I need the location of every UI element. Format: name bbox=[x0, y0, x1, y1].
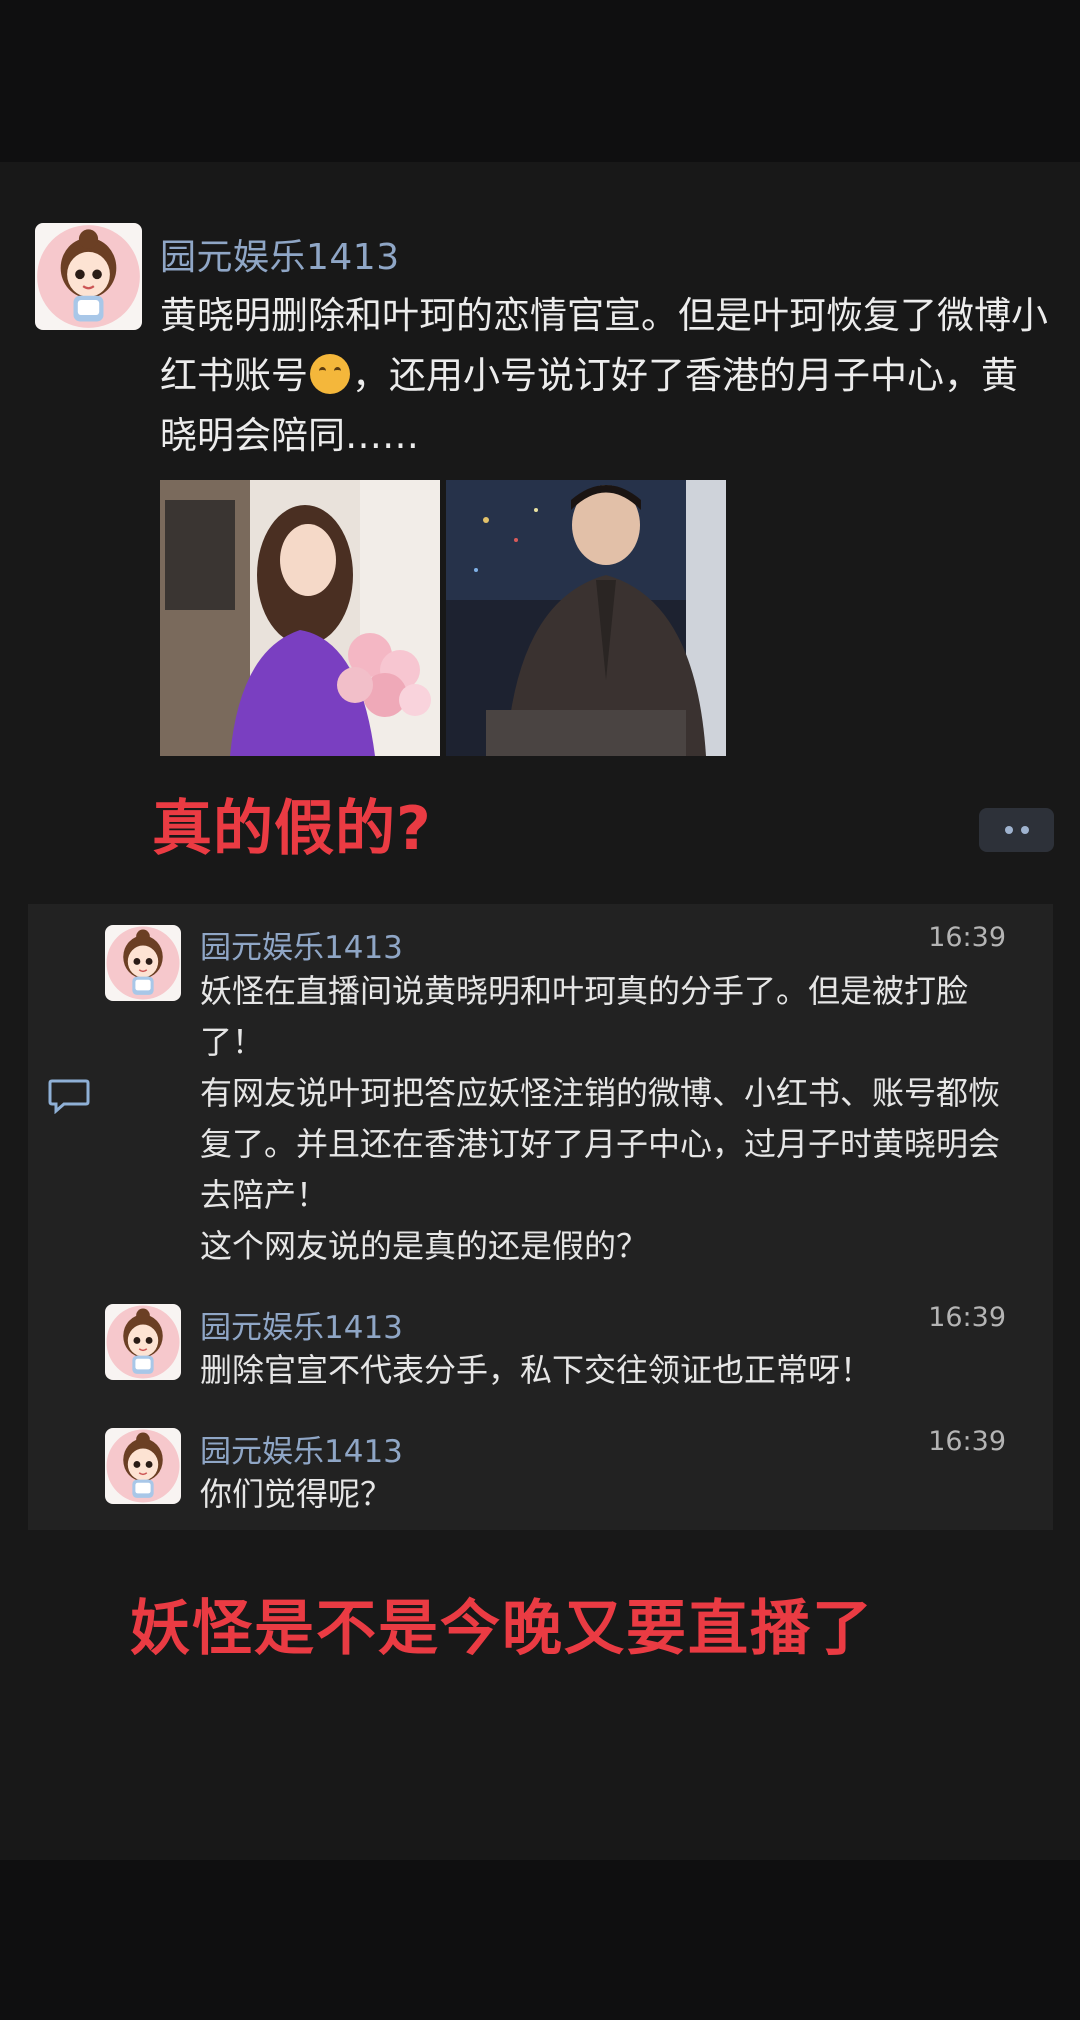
comment-avatar[interactable] bbox=[105, 1428, 181, 1504]
comment-timestamp: 16:39 bbox=[928, 1426, 1006, 1457]
comment-avatar[interactable] bbox=[105, 925, 181, 1001]
post-author-name[interactable]: 园元娱乐1413 bbox=[160, 228, 400, 280]
cartoon-girl-avatar-icon bbox=[106, 1305, 180, 1379]
post-image-man-dark-suit[interactable] bbox=[446, 480, 726, 756]
comment-author-name[interactable]: 园元娱乐1413 bbox=[200, 1302, 403, 1347]
comment-text: 妖怪在直播间说黄晓明和叶珂真的分手了。但是被打脸了！ 有网友说叶珂把答应妖怪注销… bbox=[200, 972, 1001, 1265]
comment-text: 删除官宣不代表分手，私下交往领证也正常呀！ bbox=[200, 1351, 873, 1389]
post-body-text: 黄晓明删除和叶珂的恋情官宣。但是叶珂恢复了微博小红书账号 ，还用小号说订好了香港的… bbox=[160, 286, 1050, 466]
dot-icon bbox=[1004, 826, 1013, 834]
cartoon-girl-avatar-icon bbox=[106, 926, 180, 1000]
comment-bubble-icon[interactable] bbox=[48, 1078, 90, 1114]
dot-icon bbox=[1020, 826, 1029, 834]
more-options-button[interactable] bbox=[979, 808, 1054, 852]
cartoon-girl-avatar-icon bbox=[106, 1429, 180, 1503]
post-image-woman-purple[interactable] bbox=[160, 480, 440, 756]
comment-timestamp: 16:39 bbox=[928, 1302, 1006, 1333]
man-in-suit-photo bbox=[446, 480, 726, 756]
comment-timestamp: 16:39 bbox=[928, 922, 1006, 953]
top-black-bar bbox=[0, 0, 1080, 162]
overlay-bottom-caption: 妖怪是不是今晚又要直播了 bbox=[130, 1594, 874, 1664]
comment-text: 你们觉得呢？ bbox=[200, 1475, 393, 1513]
bottom-black-bar bbox=[0, 1860, 1080, 2020]
comment-author-name[interactable]: 园元娱乐1413 bbox=[200, 922, 403, 967]
woman-with-flowers-photo bbox=[160, 480, 440, 756]
comment-avatar[interactable] bbox=[105, 1304, 181, 1380]
overlay-question-caption: 真的假的? bbox=[152, 794, 432, 864]
cartoon-girl-avatar-icon bbox=[37, 225, 140, 328]
post-author-avatar[interactable] bbox=[35, 223, 142, 330]
laughing-crying-emoji-icon bbox=[310, 354, 350, 394]
comment-author-name[interactable]: 园元娱乐1413 bbox=[200, 1426, 403, 1471]
